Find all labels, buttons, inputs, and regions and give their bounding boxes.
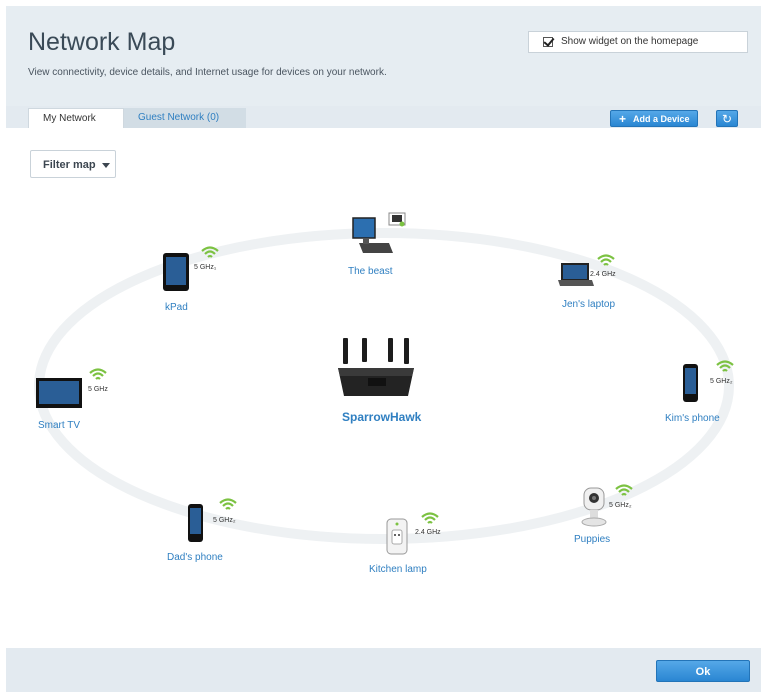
- header: Network Map View connectivity, device de…: [6, 6, 761, 106]
- widget-label: Show widget on the homepage: [561, 36, 699, 47]
- device-label-kims-phone[interactable]: Kim's phone: [665, 413, 720, 424]
- phone-icon[interactable]: [188, 504, 204, 544]
- tablet-icon[interactable]: [163, 253, 193, 293]
- widget-toggle[interactable]: Show widget on the homepage: [528, 31, 748, 53]
- add-device-label: Add a Device: [633, 114, 690, 124]
- band-label: 5 GHz₂: [213, 517, 236, 524]
- page-subtitle: View connectivity, device details, and I…: [28, 67, 387, 78]
- band-label: 5 GHz₁: [194, 264, 217, 271]
- device-label-dads-phone[interactable]: Dad's phone: [167, 552, 223, 563]
- smart-plug-icon[interactable]: [386, 518, 408, 556]
- refresh-button[interactable]: ↻: [716, 110, 738, 127]
- band-label: 2.4 GHz: [590, 271, 616, 278]
- band-label: 2.4 GHz: [415, 529, 441, 536]
- plus-icon: +: [619, 112, 627, 126]
- device-label-smart-tv[interactable]: Smart TV: [38, 420, 80, 431]
- page-title: Network Map: [28, 28, 176, 56]
- widget-checkbox[interactable]: [543, 37, 553, 47]
- device-label-jens-laptop[interactable]: Jen's laptop: [562, 299, 615, 310]
- wifi-icon: [421, 512, 439, 524]
- band-label: 5 GHz: [88, 386, 108, 393]
- camera-icon[interactable]: [580, 486, 608, 528]
- device-label-the-beast[interactable]: The beast: [348, 266, 392, 277]
- tab-my-network[interactable]: My Network: [28, 108, 124, 128]
- desktop-icon[interactable]: [349, 212, 409, 255]
- wifi-icon: [597, 254, 615, 266]
- wifi-icon: [89, 368, 107, 380]
- laptop-icon[interactable]: [558, 263, 594, 288]
- network-map: Filter map SparrowHawk The beast 5 GHz₁ …: [6, 128, 761, 648]
- router-icon[interactable]: [336, 338, 416, 400]
- phone-icon[interactable]: [683, 364, 699, 404]
- wifi-icon: [201, 246, 219, 258]
- footer: Ok: [6, 648, 761, 692]
- device-label-puppies[interactable]: Puppies: [574, 534, 610, 545]
- wifi-icon: [219, 498, 237, 510]
- wifi-icon: [716, 360, 734, 372]
- device-label-kitchen-lamp[interactable]: Kitchen lamp: [369, 564, 427, 575]
- tab-guest-network[interactable]: Guest Network (0): [124, 108, 246, 128]
- device-label-kpad[interactable]: kPad: [165, 302, 188, 313]
- refresh-icon: ↻: [721, 112, 733, 126]
- tv-icon[interactable]: [36, 378, 86, 412]
- network-map-window: Network Map View connectivity, device de…: [6, 6, 761, 692]
- router-name[interactable]: SparrowHawk: [342, 410, 421, 424]
- wifi-icon: [615, 484, 633, 496]
- ok-button[interactable]: Ok: [656, 660, 750, 682]
- band-label: 5 GHz₂: [609, 502, 632, 509]
- add-device-button[interactable]: + Add a Device: [610, 110, 698, 127]
- band-label: 5 GHz₂: [710, 378, 733, 385]
